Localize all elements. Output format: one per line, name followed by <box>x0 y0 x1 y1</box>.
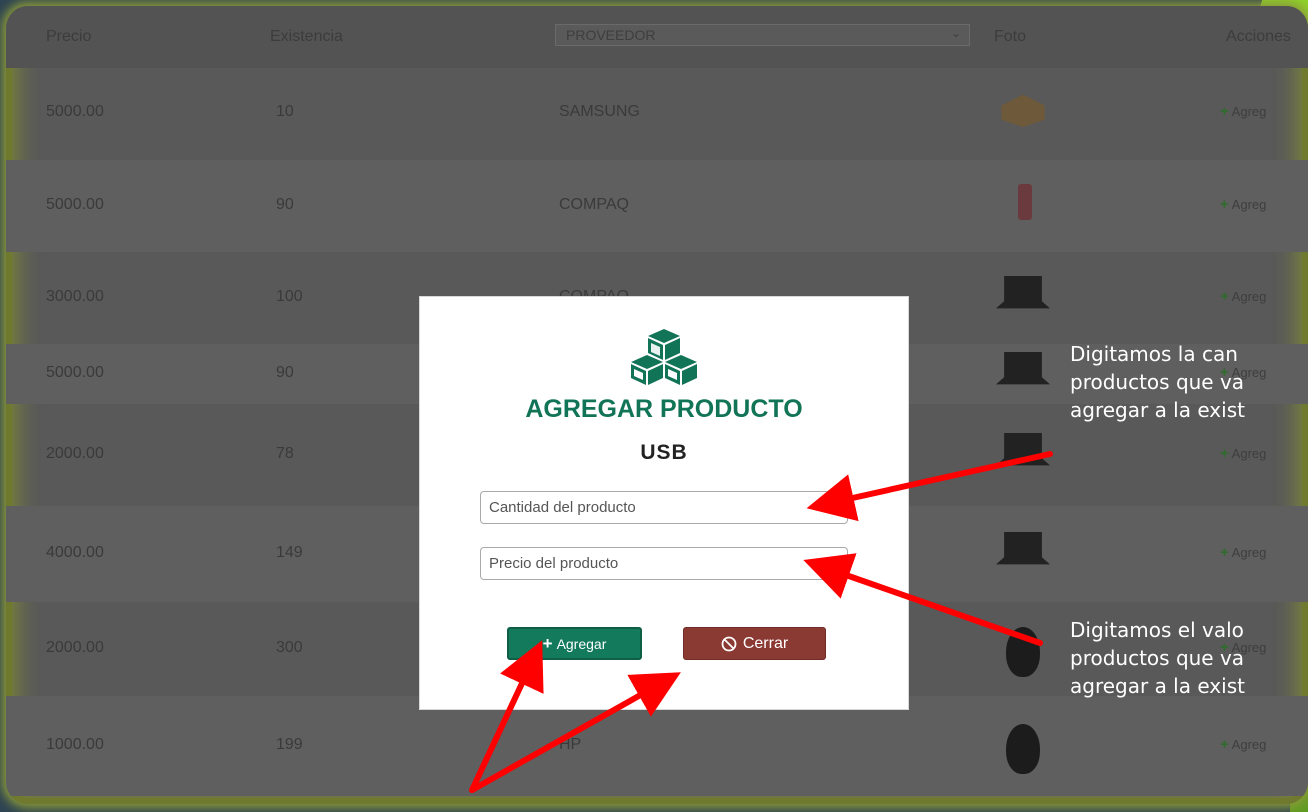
arrow-to-close-button <box>469 672 681 793</box>
annotation-arrows <box>469 451 1053 793</box>
arrow-to-price <box>803 553 1043 646</box>
arrow-to-quantity <box>806 451 1053 522</box>
